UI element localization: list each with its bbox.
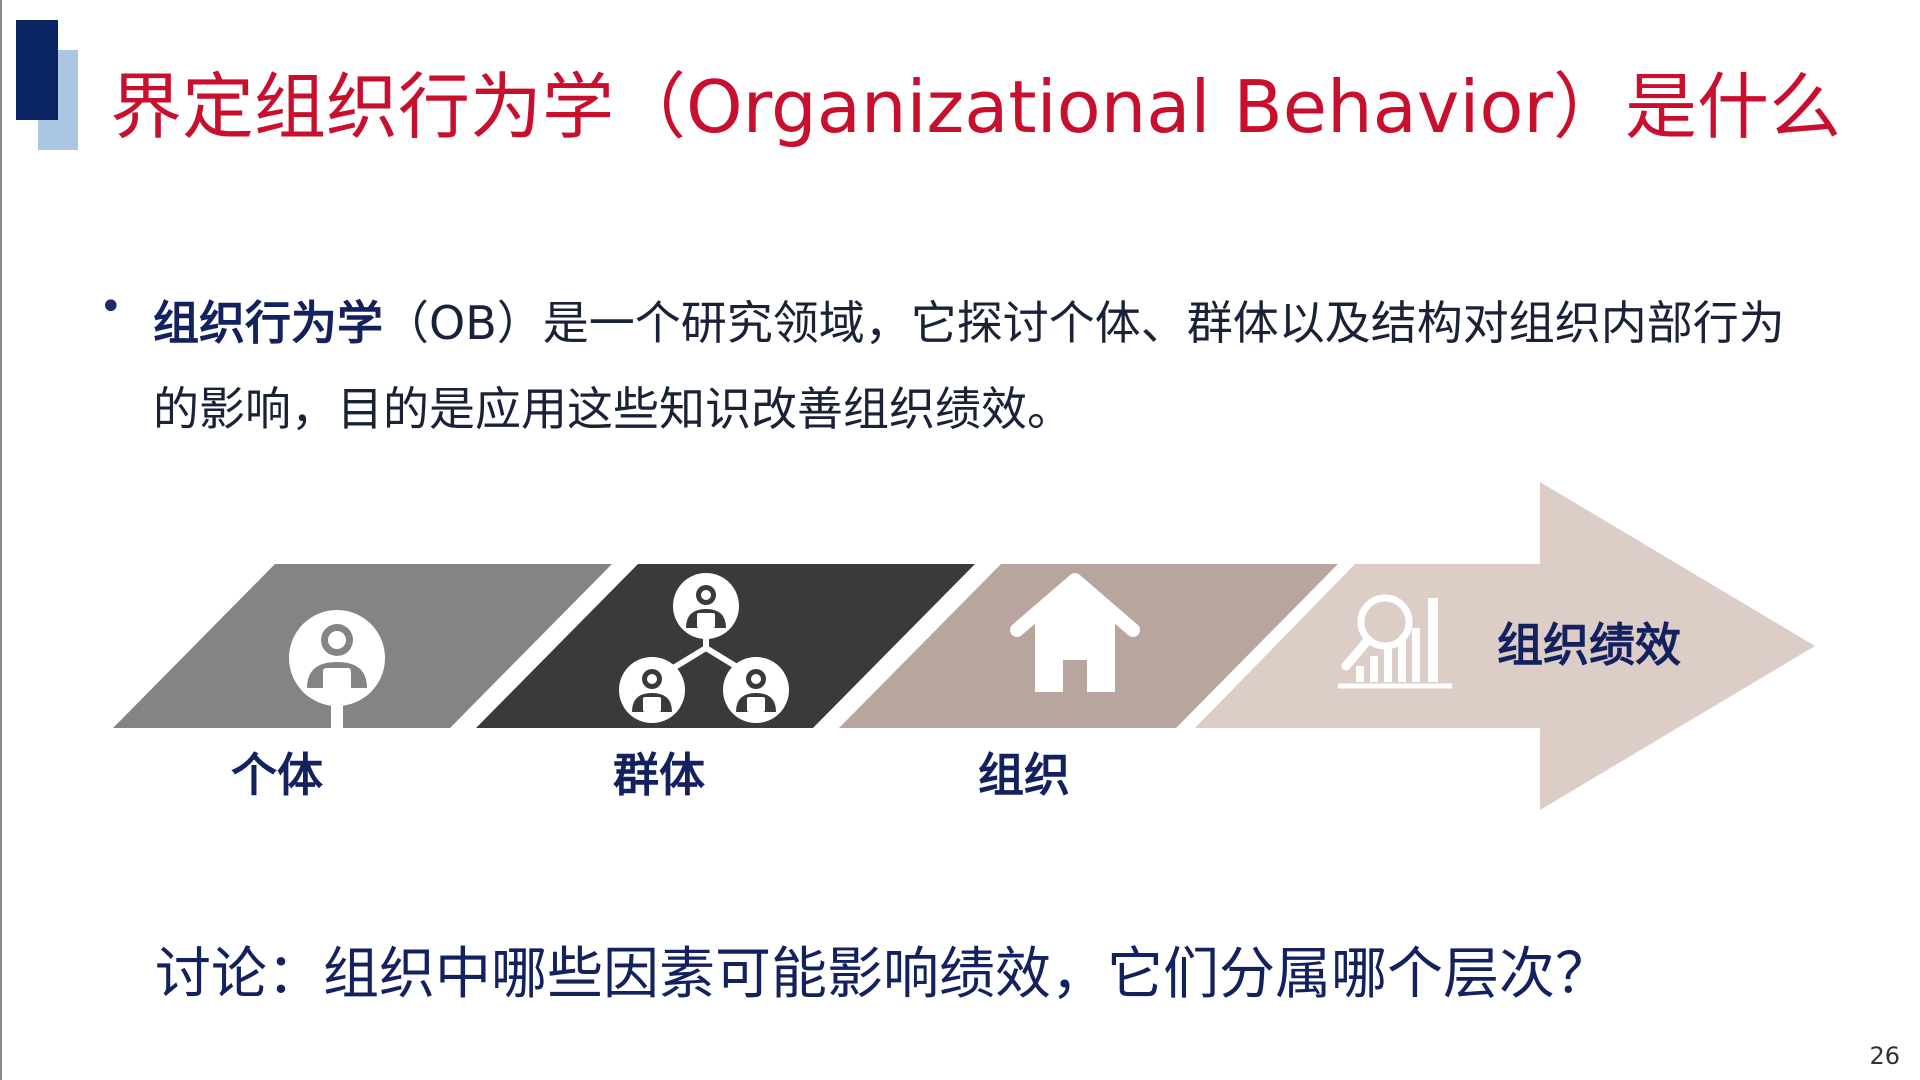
bullet-dot-icon: •	[99, 284, 123, 330]
definition-bullet: • 组织行为学（OB）是一个研究领域，它探讨个体、群体以及结构对组织内部行为的影…	[95, 280, 1815, 452]
definition-term: 组织行为学	[153, 296, 383, 350]
definition-rest: （OB）是一个研究领域，它探讨个体、群体以及结构对组织内部行为的影响，目的是应用…	[153, 296, 1785, 436]
level-label-group: 群体	[613, 748, 705, 802]
title-decoration-dark	[16, 20, 58, 120]
page-number: 26	[1869, 1042, 1900, 1070]
level-label-individual: 个体	[231, 748, 323, 802]
goal-label: 组织绩效	[1497, 618, 1681, 672]
level-label-organization: 组织	[978, 748, 1070, 802]
slide-title: 界定组织行为学（Organizational Behavior）是什么	[110, 65, 1842, 149]
slide: 界定组织行为学（Organizational Behavior）是什么 • 组织…	[0, 0, 1920, 1080]
definition-text: 组织行为学（OB）是一个研究领域，它探讨个体、群体以及结构对组织内部行为的影响，…	[153, 280, 1815, 452]
discussion-question: 讨论：组织中哪些因素可能影响绩效，它们分属哪个层次？	[155, 942, 1611, 1007]
